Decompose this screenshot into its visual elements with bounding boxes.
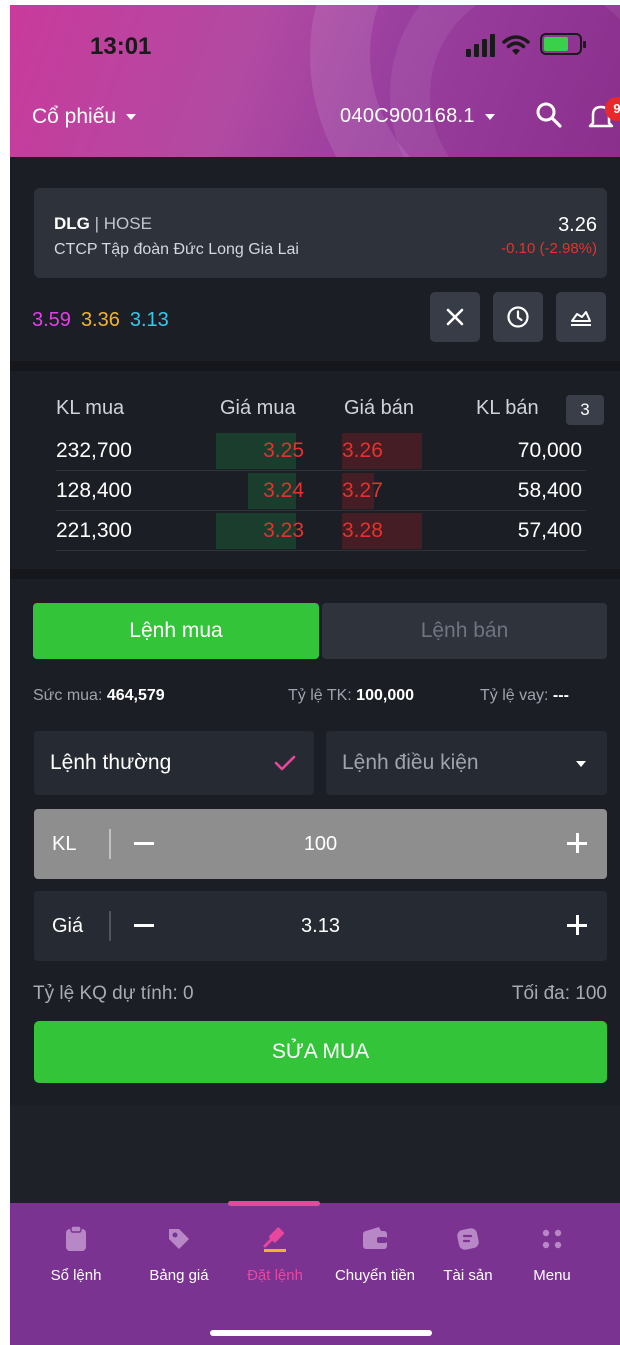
estimated-ratio: Tỷ lệ KQ dự tính: 0 [33, 983, 194, 1004]
search-icon[interactable] [535, 101, 563, 129]
history-button[interactable] [493, 292, 543, 342]
nav-transfer[interactable]: Chuyển tiền [325, 1221, 425, 1284]
app-header [10, 5, 620, 157]
wifi-icon [502, 35, 530, 55]
nav-menu[interactable]: Menu [502, 1221, 602, 1284]
increase-quantity-button[interactable] [567, 833, 587, 853]
signal-icon [466, 33, 495, 57]
menu-dots-icon [542, 1229, 562, 1249]
tab-sell-order[interactable]: Lệnh bán [322, 603, 607, 659]
chevron-down-icon [484, 113, 495, 120]
price-stepper[interactable]: Giá 3.13 [34, 891, 607, 961]
category-dropdown[interactable]: Cổ phiếu [32, 105, 137, 129]
chart-button[interactable] [556, 292, 606, 342]
stock-price: 3.26 [558, 214, 597, 236]
account-number: 040C900168.1 [340, 105, 475, 127]
company-name: CTCP Tập đoàn Đức Long Gia Lai [54, 241, 299, 258]
gavel-icon [263, 1227, 286, 1252]
nav-price-board[interactable]: Bảng giá [129, 1221, 229, 1284]
quantity-value[interactable]: 100 [34, 833, 607, 856]
wallet-icon [363, 1227, 387, 1249]
divider [10, 361, 620, 371]
max-quantity: Tối đa: 100 [511, 983, 607, 1004]
depth-selector[interactable]: 3 [566, 395, 604, 425]
chevron-down-icon [576, 761, 586, 767]
price-change: -0.10 (-2.98%) [501, 240, 597, 257]
normal-order-option[interactable]: Lệnh thường [34, 731, 314, 795]
normal-order-label: Lệnh thường [50, 751, 172, 774]
submit-order-button[interactable]: SỬA MUA [34, 1021, 607, 1083]
tag-icon [169, 1229, 189, 1249]
stock-symbol: DLG [54, 214, 90, 233]
header-ask: Giá bán [344, 397, 415, 419]
conditional-order-label: Lệnh điều kiện [342, 751, 479, 774]
reference-price: 3.36 [80, 309, 120, 331]
close-icon [446, 308, 464, 326]
order-book-row[interactable]: 221,300 3.23 3.28 57,400 [56, 511, 586, 551]
header-buy-volume: KL mua [56, 397, 125, 419]
divider [10, 569, 620, 579]
battery-icon [540, 33, 586, 55]
reference-prices: 3.59 3.36 3.13 [32, 309, 169, 332]
app-screen: 13:01 Cổ phiếu 040C900168.1 9 DLG | HOSE… [10, 5, 620, 1345]
ceiling-price: 3.59 [32, 309, 71, 331]
category-label: Cổ phiếu [32, 105, 117, 128]
account-dropdown[interactable]: 040C900168.1 [340, 105, 495, 128]
conditional-order-dropdown[interactable]: Lệnh điều kiện [326, 731, 607, 795]
area-chart-icon [571, 311, 591, 326]
header-sell-volume: KL bán [476, 397, 539, 419]
asset-icon [457, 1228, 479, 1250]
increase-price-button[interactable] [567, 915, 587, 935]
account-ratio: Tỷ lệ TK: 100,000 [288, 687, 415, 704]
close-button[interactable] [430, 292, 480, 342]
home-indicator[interactable] [210, 1330, 432, 1336]
stock-info-card[interactable]: DLG | HOSE CTCP Tập đoàn Đức Long Gia La… [34, 188, 607, 278]
header-bid: Giá mua [220, 397, 296, 419]
nav-order-book[interactable]: Sổ lệnh [26, 1221, 126, 1284]
quantity-stepper[interactable]: KL 100 [34, 809, 607, 879]
spacer [10, 1105, 620, 1203]
floor-price: 3.13 [129, 309, 169, 331]
chevron-down-icon [126, 114, 137, 120]
nav-place-order[interactable]: Đặt lệnh [225, 1221, 325, 1284]
purchasing-power: Sức mua: 464,579 [33, 687, 165, 704]
loan-ratio: Tỷ lệ vay: --- [480, 687, 569, 704]
tab-buy-order[interactable]: Lệnh mua [33, 603, 319, 659]
order-book-row[interactable]: 232,700 3.25 3.26 70,000 [56, 431, 586, 471]
price-value[interactable]: 3.13 [34, 915, 607, 938]
active-tab-indicator [228, 1201, 320, 1206]
order-book-row[interactable]: 128,400 3.24 3.27 58,400 [56, 471, 586, 511]
status-time: 13:01 [90, 33, 152, 60]
stock-exchange: | HOSE [94, 214, 152, 233]
check-icon [274, 755, 296, 771]
clock-icon [507, 306, 529, 328]
clipboard-icon [66, 1225, 86, 1251]
